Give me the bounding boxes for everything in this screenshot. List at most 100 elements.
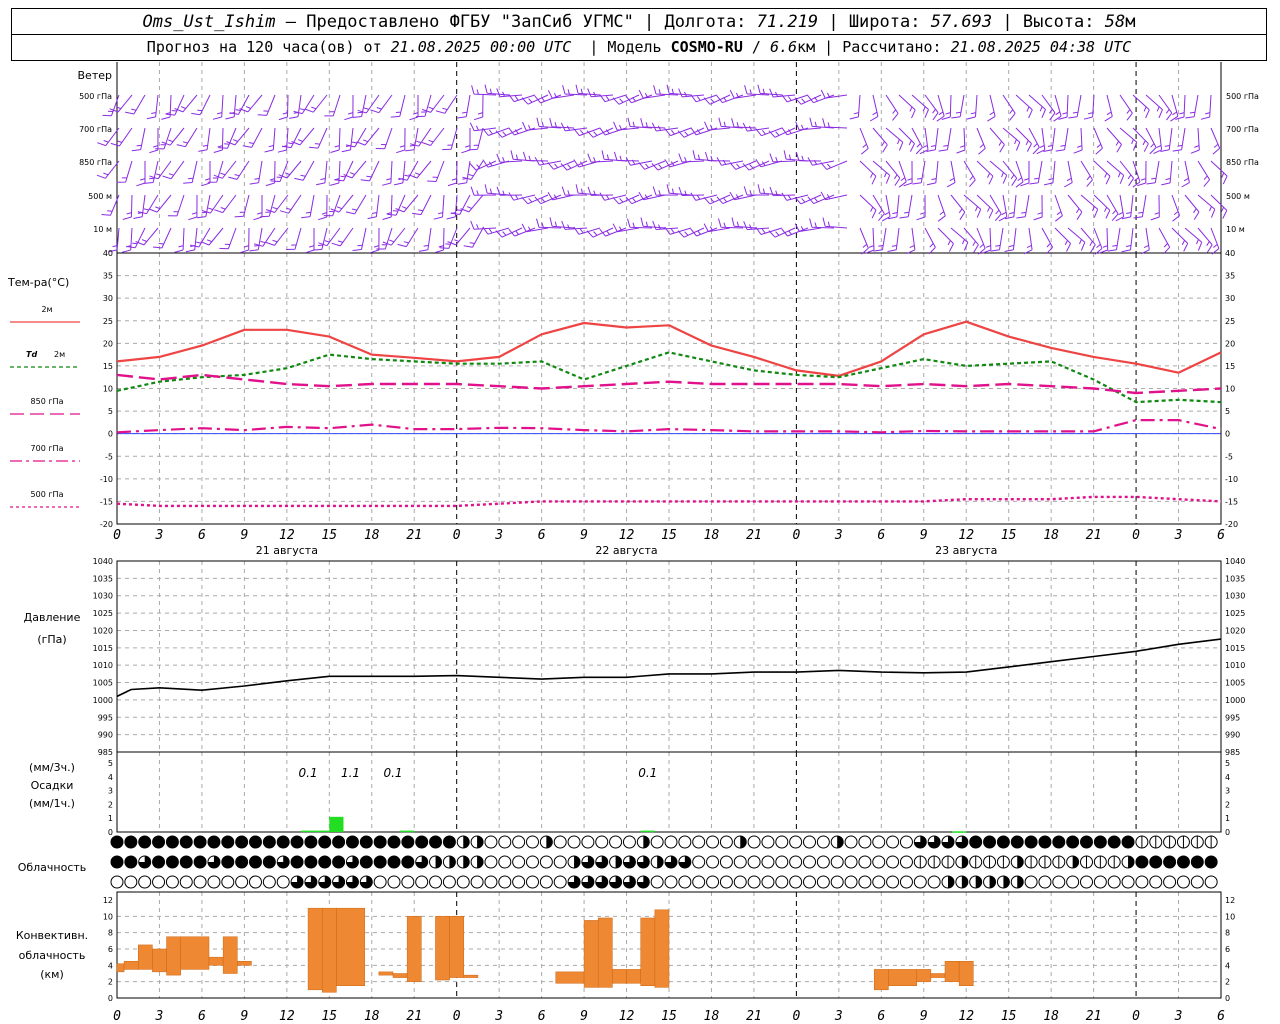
time-axis-label: 9: [240, 528, 248, 543]
wind-barb: [460, 194, 484, 213]
cloud-symbol: [332, 835, 346, 849]
wind-barb: [352, 227, 367, 251]
cloud-symbol: [761, 855, 775, 869]
wind-barb: [887, 227, 900, 252]
temp-tick-left: 20: [103, 339, 113, 348]
wind-barb: [547, 191, 575, 201]
wind-barb: [1210, 227, 1220, 255]
cloud-symbol: [1024, 835, 1038, 849]
wind-barb: [941, 94, 952, 120]
conv-tick-right: 4: [1225, 961, 1230, 970]
conv-bar: [116, 963, 125, 973]
wind-barb: [1015, 160, 1024, 188]
cloud-circle: [359, 855, 373, 869]
cloud-circle: [526, 875, 539, 889]
time-axis-label-bottom: 15: [661, 1009, 677, 1024]
wind-barb: [146, 94, 159, 120]
wind-barb: [1145, 94, 1163, 119]
cloud-symbol: [1080, 875, 1093, 889]
wind-barb: [906, 227, 916, 255]
wind-barb: [1153, 127, 1163, 155]
cloud-circle: [803, 875, 816, 889]
wind-barb: [898, 94, 916, 119]
cloud-symbol: [442, 875, 456, 889]
wind-barb: [257, 94, 276, 116]
wind-barb: [277, 127, 289, 153]
wind-barb: [1036, 127, 1046, 155]
wind-barb: [289, 94, 302, 119]
wind-barb: [1043, 160, 1056, 186]
wind-level-left: 700 гПа: [79, 125, 112, 134]
wind-barb: [1132, 94, 1150, 119]
wind-barb: [1080, 160, 1093, 187]
wind-barb: [1020, 161, 1030, 187]
wind-barb: [989, 127, 1005, 153]
cloud-circle: [429, 835, 443, 849]
cloud-circle: [1190, 855, 1204, 869]
temp-tick-left: 10: [103, 385, 113, 394]
time-axis-label-bottom: 15: [1001, 1009, 1017, 1024]
wind-barb: [1145, 127, 1157, 155]
cloud-symbol: [1093, 855, 1107, 869]
wind-barb: [869, 94, 879, 122]
wind-barb: [522, 151, 549, 162]
cloud-symbol: [276, 855, 290, 869]
cloud-circle: [747, 835, 761, 849]
wind-barb: [253, 227, 276, 247]
wind-barb: [294, 160, 315, 181]
cloud-circle: [1163, 855, 1177, 869]
cloud-symbol: [512, 835, 526, 849]
cloud-circle: [844, 835, 858, 849]
temp-tick-left: 35: [103, 272, 113, 281]
cloud-symbol: [1080, 855, 1093, 869]
conv-tick-right: 8: [1225, 929, 1230, 938]
wind-barb: [367, 194, 380, 220]
wind-barb: [638, 191, 666, 201]
conv-tick-left: 6: [108, 945, 113, 954]
cloud-circle: [221, 855, 235, 869]
cloud-symbol: [1093, 875, 1107, 889]
cloud-symbol: [442, 835, 456, 849]
temp-tick-left: 30: [103, 294, 113, 303]
cloud-half: [615, 856, 622, 868]
time-axis-label-bottom: 21: [1086, 1009, 1102, 1024]
wind-barb: [1210, 194, 1228, 219]
wind-barb: [482, 159, 510, 168]
cloud-symbol: [1052, 855, 1066, 869]
cloud-circle: [706, 875, 720, 889]
wind-barb: [899, 194, 913, 219]
cloud-circle: [152, 875, 166, 889]
wind-barb: [1146, 160, 1160, 185]
wind-barb: [196, 194, 211, 219]
cloud-circle: [678, 875, 692, 889]
pressure-tick-left: 1020: [93, 626, 113, 635]
cloud-circle: [1135, 875, 1149, 889]
wind-barb: [124, 94, 146, 115]
wind-barb: [651, 122, 679, 132]
time-axis-label-bottom: 21: [406, 1009, 422, 1024]
wind-barb: [742, 122, 770, 132]
cloud-half: [837, 836, 844, 848]
time-axis-label: 0: [1132, 528, 1140, 543]
wind-barb: [264, 127, 276, 153]
wind-barb: [301, 194, 315, 219]
cloud-circle: [733, 855, 747, 869]
cloud-symbol: [152, 875, 166, 889]
cloud-symbol: [1066, 835, 1080, 849]
cloud-circle: [816, 855, 830, 869]
cloud-circle: [1038, 835, 1052, 849]
temp-legend-item: 2м: [10, 305, 80, 323]
wind-barb: [405, 127, 419, 152]
wind-barb: [716, 157, 744, 166]
wind-barb: [174, 227, 185, 253]
cloud-circle: [235, 835, 249, 849]
cloud-symbol: [539, 875, 553, 889]
wind-barb: [462, 160, 484, 180]
cloud-symbol: [1038, 875, 1052, 889]
cloud-symbol: [664, 835, 678, 849]
wind-barb: [911, 127, 923, 155]
wind-barb: [936, 94, 945, 122]
cloud-symbol: [955, 875, 969, 889]
cloud-symbol: [899, 835, 913, 849]
cloud-circle: [719, 875, 733, 889]
